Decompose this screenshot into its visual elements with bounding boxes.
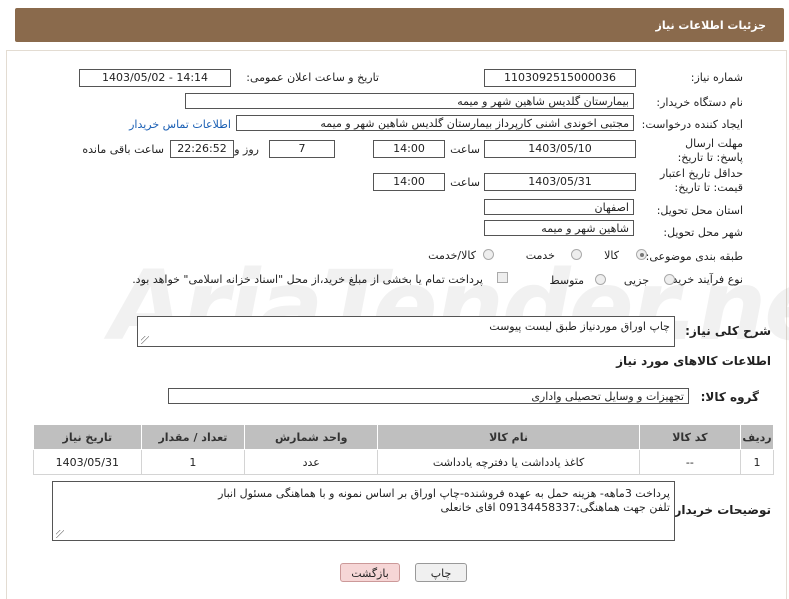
remaining-time-field: 22:26:52 bbox=[170, 140, 234, 158]
table-header: نام کالا bbox=[377, 424, 640, 450]
goods-group-label: گروه کالا: bbox=[700, 390, 759, 404]
buyer-org-label: نام دستگاه خریدار: bbox=[656, 96, 743, 109]
treasury-bond-checkbox[interactable] bbox=[497, 272, 508, 283]
city-field: شاهین شهر و میمه bbox=[484, 220, 634, 236]
category-radio-goods[interactable] bbox=[636, 249, 647, 260]
category-radio-goods-service[interactable] bbox=[483, 249, 494, 260]
price-validity-label: حداقل تاریخ اعتبار قیمت: تا تاریخ: bbox=[659, 167, 743, 194]
buyer-notes-label: توضیحات خریدار: bbox=[669, 503, 771, 517]
reply-deadline-time-label: ساعت bbox=[450, 143, 480, 156]
province-label: استان محل تحویل: bbox=[656, 204, 743, 217]
remaining-days-field: 7 bbox=[269, 140, 335, 158]
purchase-type-option-partial: جزیی bbox=[623, 274, 649, 287]
table-cell: 1 bbox=[740, 449, 774, 475]
price-validity-date-field: 1403/05/31 bbox=[484, 173, 636, 191]
buyer-notes-textarea[interactable]: پرداخت 3ماهه- هزینه حمل به عهده فروشنده-… bbox=[52, 481, 675, 541]
category-label: طبقه بندی موضوعی: bbox=[645, 250, 743, 263]
category-radio-service[interactable] bbox=[571, 249, 582, 260]
buyer-contact-link[interactable]: اطلاعات تماس خریدار bbox=[129, 118, 231, 131]
back-button[interactable]: بازگشت bbox=[340, 563, 400, 582]
table-cell: -- bbox=[638, 449, 742, 475]
resize-handle-icon[interactable] bbox=[141, 336, 149, 344]
reply-deadline-label: مهلت ارسال پاسخ: تا تاریخ: bbox=[677, 137, 743, 164]
table-header: تاریخ نیاز bbox=[33, 424, 142, 450]
price-validity-time-field: 14:00 bbox=[373, 173, 445, 191]
category-option-goods-service: کالا/خدمت bbox=[428, 249, 476, 262]
treasury-bond-note: پرداخت تمام یا بخشی از مبلغ خرید،از محل … bbox=[132, 273, 483, 286]
purchase-type-radio-partial[interactable] bbox=[664, 274, 675, 285]
table-cell: 1 bbox=[140, 449, 246, 475]
reply-deadline-date-field: 1403/05/10 bbox=[484, 140, 636, 158]
table-header: ردیف bbox=[740, 424, 774, 450]
table-cell: کاغذ یادداشت یا دفترچه یادداشت bbox=[377, 449, 640, 475]
page-title: جزئیات اطلاعات نیاز bbox=[655, 19, 767, 32]
reply-deadline-time-field: 14:00 bbox=[373, 140, 445, 158]
table-header-row: ردیف کد کالا نام کالا واحد شمارش تعداد /… bbox=[33, 424, 774, 450]
announce-datetime-label: تاریخ و ساعت اعلان عمومی: bbox=[246, 71, 379, 84]
buyer-notes-line2: تلفن جهت هماهنگی:09134458337 اقای خانعلی bbox=[440, 501, 670, 514]
days-label: روز و bbox=[234, 143, 259, 156]
purchase-type-radio-medium[interactable] bbox=[595, 274, 606, 285]
requester-label: ایجاد کننده درخواست: bbox=[641, 118, 743, 131]
category-option-goods: کالا bbox=[604, 249, 619, 262]
table-cell: عدد bbox=[244, 449, 379, 475]
resize-handle-icon[interactable] bbox=[56, 530, 64, 538]
need-number-field: 1103092515000036 bbox=[484, 69, 636, 87]
goods-section-title: اطلاعات کالاهای مورد نیاز bbox=[616, 354, 771, 368]
remaining-time-label: ساعت باقی مانده bbox=[82, 143, 164, 156]
table-cell: 1403/05/31 bbox=[33, 449, 142, 475]
description-textarea[interactable]: چاپ اوراق موردنیاز طبق لیست پیوست bbox=[137, 316, 675, 347]
page-header: جزئیات اطلاعات نیاز bbox=[15, 8, 784, 42]
price-validity-time-label: ساعت bbox=[450, 176, 480, 189]
description-text: چاپ اوراق موردنیاز طبق لیست پیوست bbox=[489, 320, 670, 333]
purchase-type-label: نوع فرآیند خرید : bbox=[665, 273, 743, 286]
requester-field: مجتبی اخوندی اشنی کارپرداز بیمارستان گلد… bbox=[236, 115, 634, 131]
buyer-org-field: بیمارستان گلدیس شاهین شهر و میمه bbox=[185, 93, 634, 109]
category-option-service: خدمت bbox=[525, 249, 555, 262]
purchase-type-option-medium: متوسط bbox=[549, 274, 584, 287]
goods-table: ردیف کد کالا نام کالا واحد شمارش تعداد /… bbox=[33, 424, 774, 475]
table-header: کد کالا bbox=[638, 424, 742, 450]
buyer-notes-line1: پرداخت 3ماهه- هزینه حمل به عهده فروشنده-… bbox=[218, 487, 670, 500]
table-header: واحد شمارش bbox=[244, 424, 379, 450]
need-number-label: شماره نیاز: bbox=[690, 71, 743, 84]
table-row: 1 -- کاغذ یادداشت یا دفترچه یادداشت عدد … bbox=[33, 449, 774, 475]
table-header: تعداد / مقدار bbox=[140, 424, 246, 450]
print-button[interactable]: چاپ bbox=[415, 563, 467, 582]
announce-datetime-field: 1403/05/02 - 14:14 bbox=[79, 69, 231, 87]
city-label: شهر محل تحویل: bbox=[663, 226, 743, 239]
province-field: اصفهان bbox=[484, 199, 634, 215]
goods-group-field: تجهیزات و وسایل تحصیلی واداری bbox=[168, 388, 689, 404]
description-label: شرح کلی نیاز: bbox=[685, 324, 771, 338]
